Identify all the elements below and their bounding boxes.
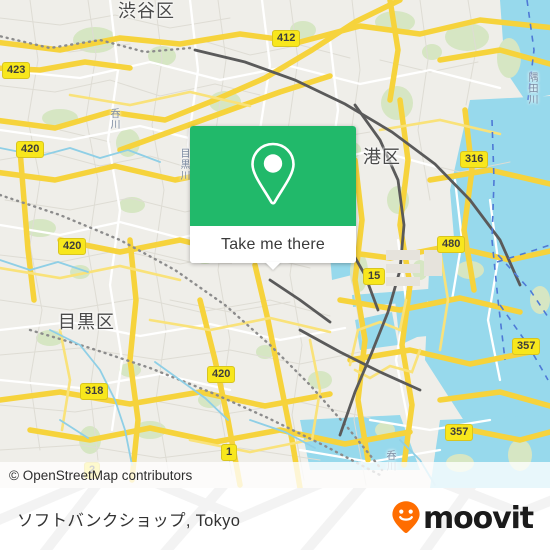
map-attribution-bar: © OpenStreetMap contributors xyxy=(0,462,550,488)
river-label: 目黒川 xyxy=(178,148,189,181)
take-me-there-label: Take me there xyxy=(221,235,325,253)
place-label-meguro-ku: 目黒区 xyxy=(58,312,115,332)
take-me-there-button[interactable]: Take me there xyxy=(190,226,356,270)
place-label-shibuya-ku: 渋谷区 xyxy=(118,1,175,21)
destination-info-card[interactable]: Take me there xyxy=(190,126,356,270)
river-label: 呑川 xyxy=(108,108,119,130)
river-label: 隅田川 xyxy=(526,72,537,105)
moovit-smiley-pin-icon xyxy=(391,500,421,539)
card-pointer-arrow xyxy=(265,262,281,270)
moovit-wordmark: moovit xyxy=(422,501,534,536)
place-title: ソフトバンクショップ, Tokyo xyxy=(17,512,241,530)
moovit-map-screenshot: .land { fill:#efeee9; } .green { fill:#d… xyxy=(0,0,550,550)
road-shield: 423 xyxy=(2,62,31,79)
place-label-minato-ku: 港区 xyxy=(363,147,401,167)
attribution-text[interactable]: © OpenStreetMap contributors xyxy=(0,468,192,483)
road-shield: 357 xyxy=(445,424,474,441)
road-shield: 420 xyxy=(58,238,87,255)
road-shield: 15 xyxy=(363,268,386,285)
road-shield: 412 xyxy=(272,30,301,47)
road-shield: 420 xyxy=(207,366,236,383)
footer-content: ソフトバンクショップ, Tokyo moovit xyxy=(0,488,550,550)
road-shield: 318 xyxy=(80,383,109,400)
footer-bar: ソフトバンクショップ, Tokyo moovit xyxy=(0,488,550,550)
road-shield: 420 xyxy=(16,141,45,158)
road-shield: 316 xyxy=(460,151,489,168)
card-pin-panel xyxy=(190,126,356,226)
road-shield: 357 xyxy=(512,338,541,355)
map-canvas[interactable]: .land { fill:#efeee9; } .green { fill:#d… xyxy=(0,0,550,488)
moovit-logo[interactable]: moovit xyxy=(391,500,534,539)
location-pin-icon xyxy=(246,140,300,213)
road-shield: 480 xyxy=(437,236,466,253)
road-shield: 1 xyxy=(221,444,238,461)
